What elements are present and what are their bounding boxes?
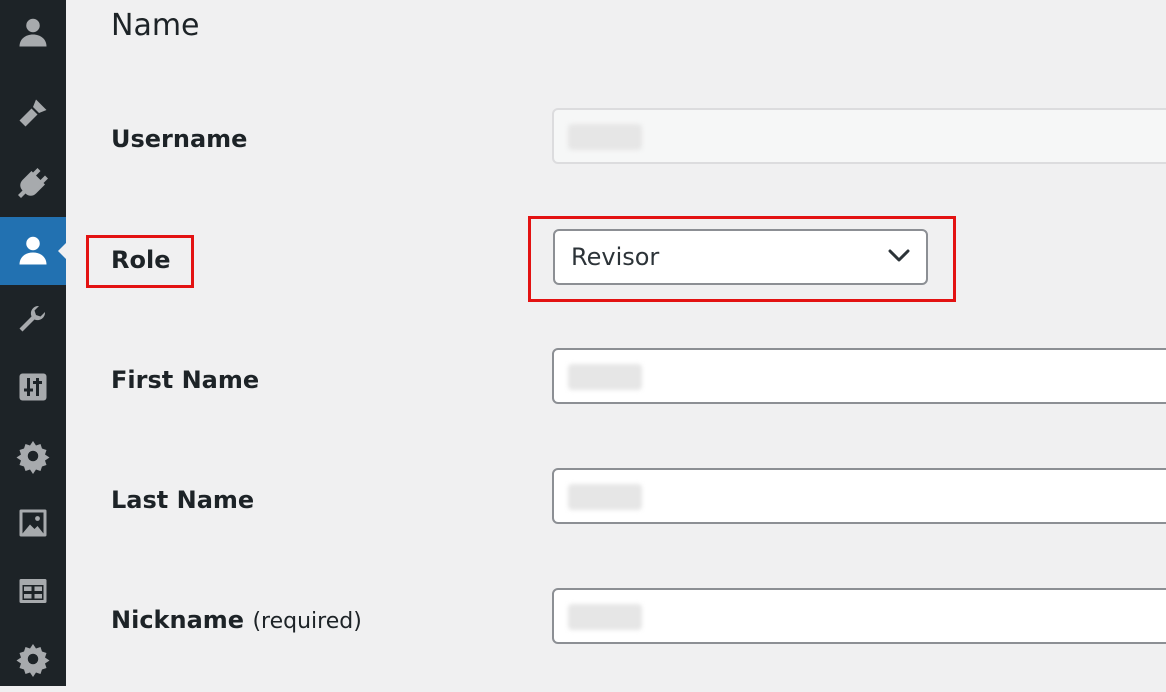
first-name-input[interactable] (552, 348, 1166, 404)
sliders-icon[interactable] (0, 354, 66, 420)
role-label: Role (111, 246, 171, 274)
role-select[interactable]: Revisor (553, 229, 928, 285)
wrench-icon[interactable] (0, 288, 66, 354)
username-label: Username (111, 125, 248, 153)
last-name-label: Last Name (111, 486, 255, 514)
plugin-icon[interactable] (0, 150, 66, 216)
chevron-down-icon (888, 249, 910, 262)
last-name-input[interactable] (552, 468, 1166, 524)
gear-icon[interactable] (0, 423, 66, 489)
image-icon[interactable] (0, 490, 66, 556)
username-input[interactable] (552, 108, 1166, 164)
redacted-value (568, 364, 642, 390)
first-name-label: First Name (111, 366, 260, 394)
redacted-value (568, 604, 642, 630)
nickname-label-text: Nickname (111, 606, 245, 634)
user-icon[interactable] (0, 0, 66, 66)
role-selected-value: Revisor (571, 243, 660, 271)
brush-icon[interactable] (0, 80, 66, 146)
required-note: (required) (252, 609, 362, 634)
gear-icon[interactable] (0, 626, 66, 692)
admin-sidebar (0, 0, 67, 686)
active-indicator (58, 242, 67, 260)
nickname-input[interactable] (552, 588, 1166, 644)
table-icon[interactable] (0, 558, 66, 624)
users-icon[interactable] (0, 217, 66, 285)
redacted-value (568, 124, 642, 150)
section-title: Name (111, 8, 200, 43)
redacted-value (568, 484, 642, 510)
nickname-label: Nickname (required) (111, 605, 362, 637)
